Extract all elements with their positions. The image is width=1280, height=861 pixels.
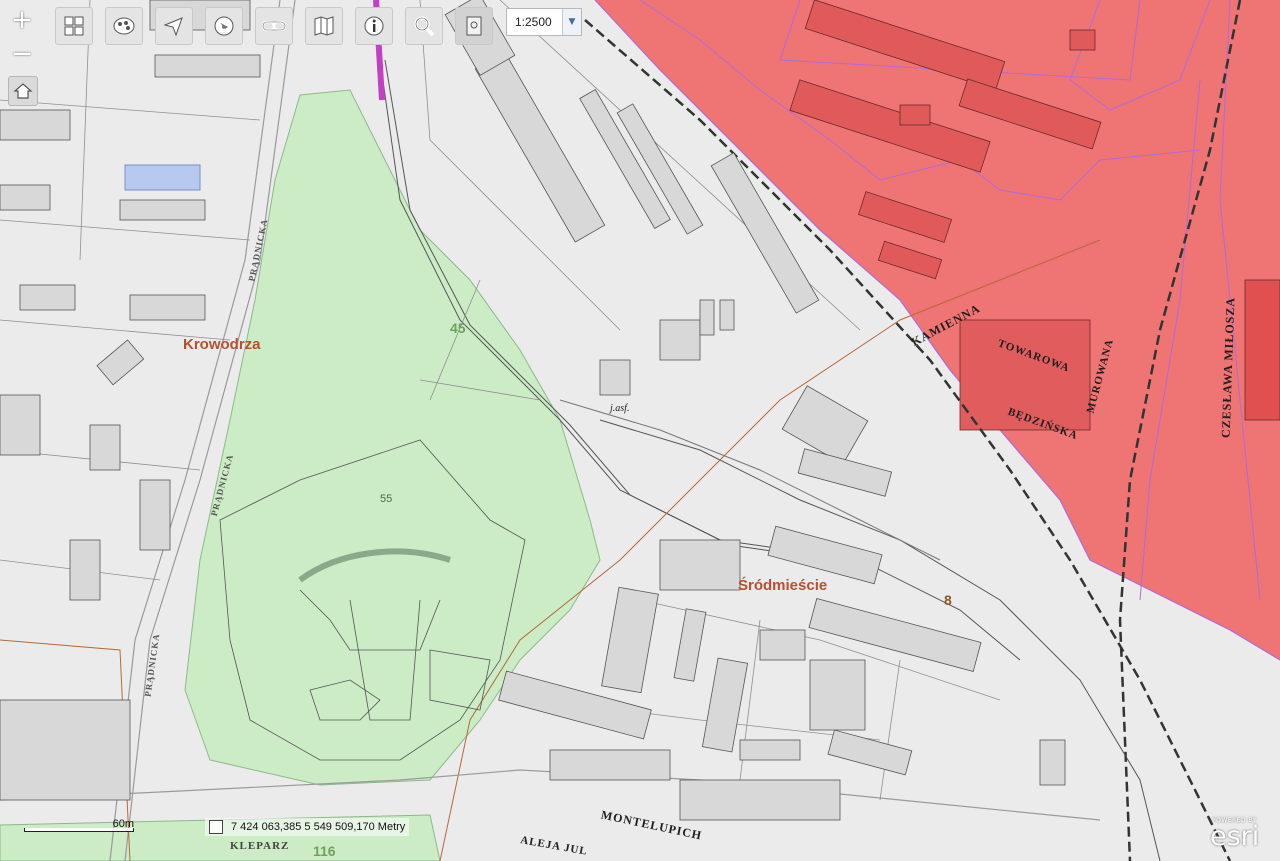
- area-label-55: 55: [380, 493, 393, 505]
- layers-button[interactable]: [55, 7, 93, 45]
- search-icon: [414, 16, 435, 37]
- esri-caption: POWERED BY: [1212, 817, 1258, 824]
- district-label-srodmiescie: Śródmieście: [738, 577, 828, 594]
- grid-layers-icon: [64, 16, 84, 36]
- coordinate-readout: 7 424 063,385 5 549 509,170 Metry: [205, 818, 410, 836]
- scale-select[interactable]: 1:2500 ▼: [506, 8, 582, 36]
- zoom-out-button[interactable]: −: [8, 39, 36, 69]
- home-button[interactable]: [8, 76, 38, 106]
- area-label-kleparz: KLEPARZ: [230, 840, 290, 852]
- identify-button[interactable]: [355, 7, 393, 45]
- palette-icon: [113, 17, 135, 35]
- link-icon: [261, 20, 287, 32]
- pan-arrows-icon: [163, 17, 183, 37]
- chevron-down-icon[interactable]: ▼: [562, 9, 581, 35]
- map-canvas[interactable]: [0, 0, 1280, 861]
- coordinate-text: 7 424 063,385 5 549 509,170 Metry: [231, 821, 406, 833]
- water-pond: [124, 164, 201, 191]
- zoom-in-button[interactable]: +: [8, 5, 36, 35]
- book-map-icon: [314, 16, 334, 36]
- globe-button[interactable]: [205, 7, 243, 45]
- road-surface-label: j.asf.: [610, 403, 630, 414]
- pan-button[interactable]: [155, 7, 193, 45]
- esri-logo-text: esri: [1210, 821, 1260, 852]
- style-button[interactable]: [105, 7, 143, 45]
- search-button[interactable]: [405, 7, 443, 45]
- home-icon: [13, 83, 33, 99]
- scale-bar: 60m: [24, 818, 134, 834]
- district-label-krowodrza: Krowodrza: [183, 336, 261, 353]
- basemap-button[interactable]: [305, 7, 343, 45]
- link-button[interactable]: [255, 7, 293, 45]
- print-button[interactable]: [455, 7, 493, 45]
- zone-label-8: 8: [944, 592, 952, 608]
- zone-label-116: 116: [313, 843, 336, 859]
- area-label-45: 45: [450, 320, 466, 336]
- scale-value: 1:2500: [515, 15, 552, 29]
- scale-bar-label: 60m: [112, 818, 134, 830]
- coordinate-icon: [209, 820, 223, 834]
- print-icon: [466, 16, 482, 36]
- esri-logo: POWERED BY esri: [1210, 817, 1274, 853]
- globe-icon: [214, 16, 234, 36]
- info-icon: [364, 16, 384, 36]
